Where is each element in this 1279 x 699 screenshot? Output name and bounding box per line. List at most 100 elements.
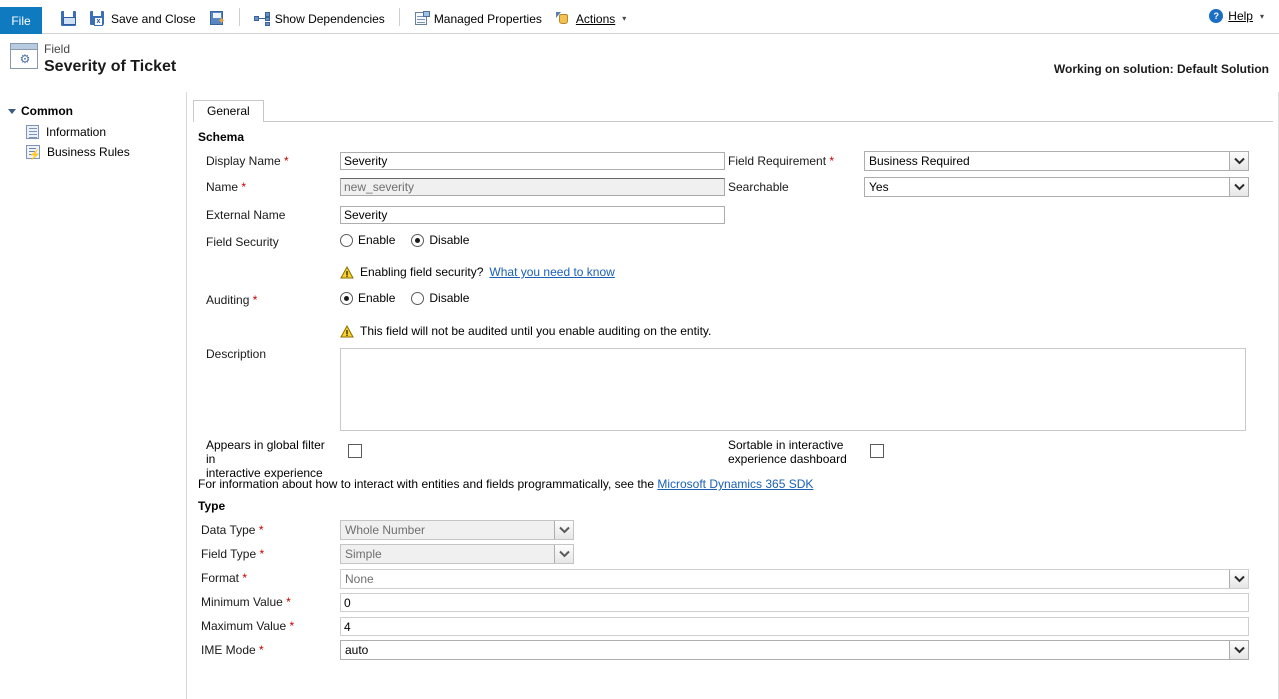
format-chevron-down-icon[interactable] <box>1229 570 1248 588</box>
label-minimum-value-text: Minimum Value <box>201 595 283 609</box>
label-global-filter: Appears in global filter in interactive … <box>206 438 336 480</box>
field-security-disable-radio[interactable]: Disable <box>411 233 469 247</box>
help-menu-button[interactable]: ? Help ▾ <box>1202 3 1271 29</box>
auditing-warning-text: This field will not be audited until you… <box>360 324 711 338</box>
sdk-note: For information about how to interact wi… <box>198 477 813 491</box>
auditing-radio-group: Enable Disable <box>340 291 469 305</box>
sortable-checkbox[interactable] <box>870 444 884 458</box>
tab-strip-rule <box>193 121 1273 122</box>
description-textarea[interactable] <box>340 348 1246 431</box>
label-name: Name * <box>206 180 246 194</box>
actions-label: Actions <box>576 12 615 26</box>
radio-dot-auditing-disable <box>411 292 424 305</box>
field-security-enable-radio[interactable]: Enable <box>340 233 395 247</box>
field-security-warning-text: Enabling field security? <box>360 265 483 279</box>
label-field-type-text: Field Type <box>201 547 256 561</box>
label-maximum-value: Maximum Value * <box>201 619 294 633</box>
save-button[interactable] <box>54 6 83 32</box>
field-entity-icon: ⚙ <box>10 43 38 69</box>
chevron-down-icon: ▾ <box>622 14 626 23</box>
toolbar-spacer <box>633 0 1202 33</box>
sdk-note-link[interactable]: Microsoft Dynamics 365 SDK <box>657 477 813 491</box>
tab-general[interactable]: General <box>193 100 264 122</box>
business-rules-icon <box>26 145 40 159</box>
field-type-value: Simple <box>345 547 382 561</box>
label-ime-mode-text: IME Mode <box>201 643 256 657</box>
radio-dot-field-security-disable <box>411 234 424 247</box>
field-security-radio-group: Enable Disable <box>340 233 469 247</box>
label-format: Format * <box>201 571 247 585</box>
field-requirement-chevron-down-icon[interactable] <box>1229 152 1248 170</box>
display-name-input[interactable] <box>340 152 725 170</box>
show-dependencies-button[interactable]: Show Dependencies <box>247 6 392 32</box>
searchable-dropdown[interactable]: Yes <box>864 177 1249 197</box>
section-title-type: Type <box>198 499 225 513</box>
ime-mode-value: auto <box>345 643 368 657</box>
required-asterisk-auditing: * <box>249 293 257 307</box>
label-sortable: Sortable in interactive experience dashb… <box>728 438 868 466</box>
save-and-close-label: Save and Close <box>111 12 196 26</box>
save-as-new-button[interactable]: ✦ <box>203 6 232 32</box>
sidebar-group-label: Common <box>21 104 73 118</box>
save-and-close-icon: x <box>90 11 106 26</box>
global-filter-checkbox[interactable] <box>348 444 362 458</box>
actions-icon <box>556 12 571 26</box>
chevron-expanded-icon <box>8 109 16 114</box>
save-and-close-button[interactable]: x Save and Close <box>83 6 203 32</box>
required-asterisk-format: * <box>239 571 247 585</box>
actions-menu-button[interactable]: Actions ▾ <box>549 6 633 32</box>
label-data-type-text: Data Type <box>201 523 255 537</box>
field-security-enable-label: Enable <box>358 233 395 247</box>
label-auditing: Auditing * <box>206 293 257 307</box>
required-asterisk-name: * <box>238 180 246 194</box>
label-name-text: Name <box>206 180 238 194</box>
field-security-disable-label: Disable <box>429 233 469 247</box>
data-type-dropdown[interactable]: Whole Number <box>340 520 574 540</box>
label-field-type: Field Type * <box>201 547 264 561</box>
field-requirement-dropdown[interactable]: Business Required <box>864 151 1249 171</box>
chevron-down-icon-help: ▾ <box>1260 12 1264 21</box>
ime-mode-chevron-down-icon[interactable] <box>1229 641 1248 659</box>
toolbar-separator-1 <box>239 8 240 26</box>
label-field-requirement-text: Field Requirement <box>728 154 826 168</box>
sidebar-item-label-information: Information <box>46 125 106 139</box>
required-asterisk-ime-mode: * <box>256 643 264 657</box>
save-icon <box>61 11 76 26</box>
searchable-value: Yes <box>869 180 889 194</box>
managed-properties-label: Managed Properties <box>434 12 542 26</box>
external-name-input[interactable] <box>340 206 725 224</box>
maximum-value-input[interactable] <box>340 617 1249 636</box>
data-type-chevron-down-icon[interactable] <box>554 521 573 539</box>
tab-strip: General <box>193 100 1273 122</box>
show-dependencies-label: Show Dependencies <box>275 12 385 26</box>
file-tab-label: File <box>11 14 30 28</box>
label-sortable-line2: experience dashboard <box>728 452 847 466</box>
ribbon-buttons: x Save and Close ✦ Show Dependencies Man… <box>42 0 633 34</box>
ime-mode-dropdown[interactable]: auto <box>340 640 1249 660</box>
gear-icon: ⚙ <box>19 53 31 65</box>
sidebar-item-business-rules[interactable]: Business Rules <box>0 142 186 162</box>
minimum-value-input[interactable] <box>340 593 1249 612</box>
required-asterisk-display-name: * <box>281 154 289 168</box>
searchable-chevron-down-icon[interactable] <box>1229 178 1248 196</box>
sidebar-item-label-business-rules: Business Rules <box>47 145 130 159</box>
file-tab[interactable]: File <box>0 7 42 34</box>
field-type-chevron-down-icon[interactable] <box>554 545 573 563</box>
label-external-name: External Name <box>206 208 285 222</box>
auditing-enable-radio[interactable]: Enable <box>340 291 395 305</box>
page-header: ⚙ Field Severity of Ticket Working on so… <box>0 34 1279 92</box>
sidebar-item-information[interactable]: Information <box>0 122 186 142</box>
field-security-warning-link[interactable]: What you need to know <box>489 265 614 279</box>
field-type-dropdown[interactable]: Simple <box>340 544 574 564</box>
label-ime-mode: IME Mode * <box>201 643 264 657</box>
header-kicker: Field <box>44 42 70 56</box>
sidebar-group-common[interactable]: Common <box>0 100 186 122</box>
managed-properties-button[interactable]: Managed Properties <box>407 6 549 32</box>
label-display-name: Display Name * <box>206 154 289 168</box>
sdk-note-text: For information about how to interact wi… <box>198 477 654 491</box>
label-global-filter-line1: Appears in global filter in <box>206 438 325 466</box>
name-input[interactable] <box>340 178 725 196</box>
auditing-disable-radio[interactable]: Disable <box>411 291 469 305</box>
label-searchable: Searchable <box>728 180 789 194</box>
format-dropdown[interactable]: None <box>340 569 1249 589</box>
